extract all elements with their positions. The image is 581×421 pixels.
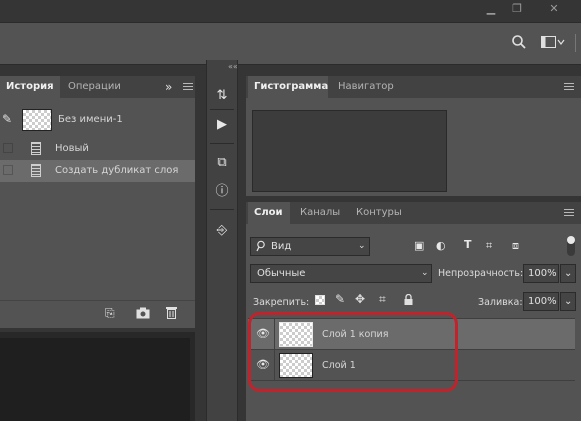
expand-icon[interactable]: » <box>165 80 172 94</box>
tab-channels[interactable]: Каналы <box>294 202 344 224</box>
options-bar-edge <box>575 34 581 52</box>
history-snapshot-row[interactable]: ✎ Без имени-1 <box>0 106 195 134</box>
strip-divider <box>210 109 234 110</box>
filter-toggle[interactable] <box>567 236 575 256</box>
filter-type-icon[interactable]: T <box>464 238 472 251</box>
lock-label: Закрепить: <box>253 297 310 308</box>
history-item[interactable]: Новый <box>0 138 195 160</box>
play-icon[interactable]: ▶ <box>210 114 234 136</box>
history-brush-icon[interactable]: ✎ <box>2 112 12 126</box>
blend-mode-select[interactable]: Обычные <box>250 264 432 283</box>
opacity-input[interactable]: 100% <box>523 264 559 283</box>
chevron-down-icon: ⌄ <box>564 296 573 307</box>
collapse-strip-icon[interactable]: «« <box>228 62 238 71</box>
lock-paint-icon[interactable]: ✎ <box>335 292 345 306</box>
filter-toggle-knob <box>567 236 575 244</box>
fill-dropdown[interactable]: ⌄ <box>560 292 576 311</box>
fill-label: Заливка: <box>478 297 523 308</box>
search-icon[interactable] <box>511 34 527 53</box>
search-icon <box>256 240 266 255</box>
chevron-down-icon: ⌄ <box>421 268 429 278</box>
tab-paths[interactable]: Контуры <box>350 202 410 224</box>
snapshot-name: Без имени-1 <box>58 114 123 125</box>
3d-cube-icon[interactable]: ⧉ <box>210 152 234 174</box>
lock-position-icon[interactable]: ✥ <box>355 292 365 306</box>
workspace-icon[interactable] <box>541 36 565 51</box>
tab-histogram[interactable]: Гистограмма <box>248 76 328 98</box>
panel-menu-icon[interactable] <box>183 83 193 91</box>
layers-tab-bar: Слои Каналы Контуры <box>246 202 581 224</box>
tab-layers[interactable]: Слои <box>248 202 290 224</box>
chevron-down-icon: ⌄ <box>564 268 573 279</box>
opacity-dropdown[interactable]: ⌄ <box>560 264 576 283</box>
document-canvas <box>0 338 190 421</box>
history-tab-bar: История Операции » <box>0 76 195 98</box>
history-item-label: Новый <box>55 143 89 154</box>
tab-actions[interactable]: Операции <box>62 76 132 98</box>
filter-adjustment-icon[interactable]: ◐ <box>436 239 446 252</box>
camera-icon[interactable] <box>136 307 150 322</box>
history-item-selected[interactable]: Создать дубликат слоя <box>0 160 195 182</box>
chevron-down-icon: ⌄ <box>358 241 366 251</box>
history-checkbox[interactable] <box>3 165 13 175</box>
panel-menu-icon[interactable] <box>564 209 574 217</box>
strip-divider <box>210 209 234 210</box>
filter-smart-object-icon[interactable]: ⧈ <box>512 239 519 253</box>
options-bar <box>0 22 581 65</box>
snapshot-thumbnail <box>22 109 52 131</box>
panel-menu-icon[interactable] <box>564 83 574 91</box>
close-icon[interactable]: ✕ <box>543 2 565 16</box>
trash-icon[interactable] <box>166 306 177 322</box>
strip-divider <box>210 143 234 144</box>
fill-input[interactable]: 100% <box>523 292 559 311</box>
histogram-tab-bar: Гистограмма Навигатор <box>246 76 581 98</box>
lock-transparency-icon[interactable] <box>315 295 325 305</box>
tab-navigator[interactable]: Навигатор <box>332 76 402 98</box>
history-panel-icon[interactable]: ⇅ <box>210 85 234 107</box>
filter-shape-icon[interactable]: ⌗ <box>486 239 492 253</box>
blend-mode-value: Обычные <box>257 268 306 279</box>
clone-source-icon[interactable]: ⎆ <box>210 220 234 242</box>
new-document-icon[interactable]: ⎘ <box>105 306 115 321</box>
filter-pixel-icon[interactable]: ▣ <box>414 239 424 252</box>
restore-icon[interactable]: ❐ <box>506 2 528 16</box>
history-state-icon <box>31 142 41 155</box>
highlight-annotation <box>248 312 458 392</box>
layer-filter-select[interactable]: Вид <box>250 237 370 256</box>
minimize-icon[interactable]: ▁ <box>480 2 502 16</box>
filter-value: Вид <box>271 241 292 252</box>
histogram-display <box>252 110 447 192</box>
history-item-label: Создать дубликат слоя <box>55 165 179 176</box>
history-state-icon <box>31 164 41 177</box>
lock-artboard-icon[interactable]: ⌗ <box>379 292 386 307</box>
lock-all-icon[interactable] <box>404 293 413 308</box>
info-icon[interactable]: ⓘ <box>210 181 234 203</box>
opacity-label: Непрозрачность: <box>438 268 524 279</box>
tab-history[interactable]: История <box>0 76 60 98</box>
history-checkbox[interactable] <box>3 143 13 153</box>
